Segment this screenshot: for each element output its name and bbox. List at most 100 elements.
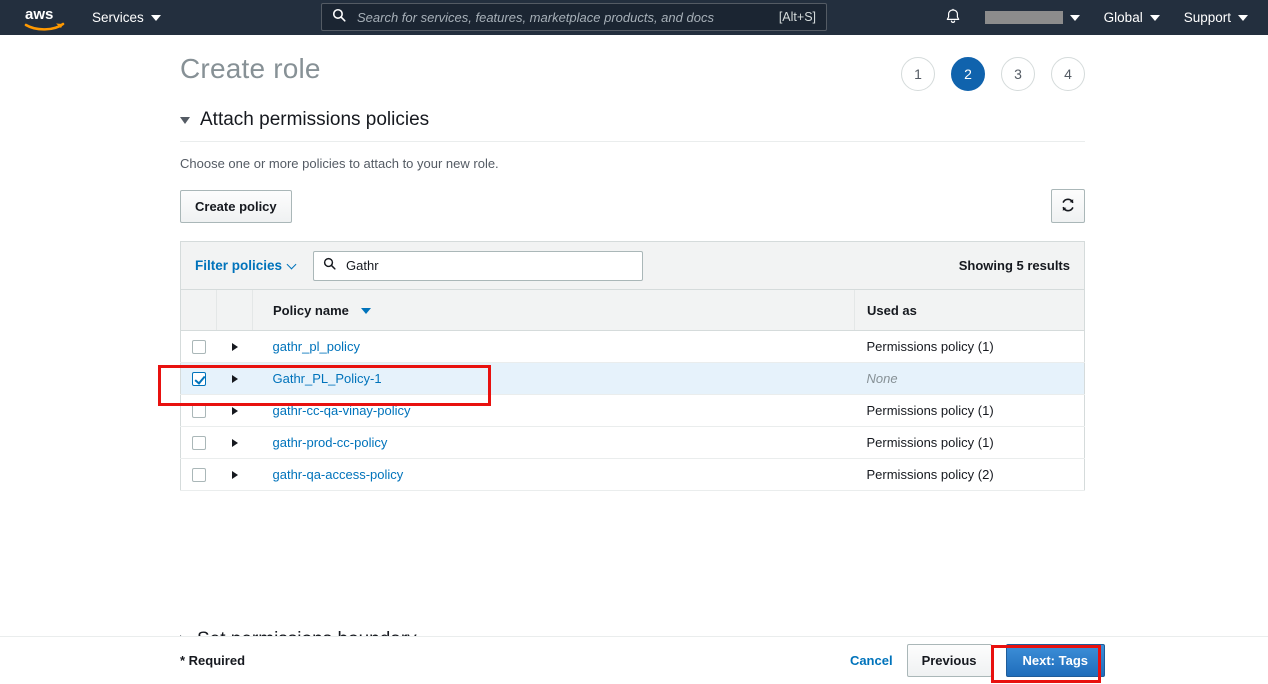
sort-descending-icon [361, 308, 371, 314]
permissions-description: Choose one or more policies to attach to… [180, 156, 1085, 171]
policy-name-link[interactable]: gathr-cc-qa-vinay-policy [273, 403, 411, 418]
support-menu-label: Support [1184, 10, 1231, 25]
column-header-policy-name-label: Policy name [273, 303, 349, 318]
section-divider [180, 141, 1085, 142]
footer-bar: * Required Cancel Previous Next: Tags [0, 636, 1268, 683]
search-shortcut-hint: [Alt+S] [779, 10, 816, 24]
row-checkbox-cell[interactable] [181, 395, 217, 427]
row-expand-cell[interactable] [217, 331, 253, 363]
table-header-row: Policy name Used as [181, 290, 1085, 331]
page-body: Create role 1 2 3 4 Attach permissions p… [0, 35, 1268, 683]
attach-permissions-heading: Attach permissions policies [200, 109, 429, 131]
global-search-box[interactable]: [Alt+S] [321, 3, 827, 31]
triangle-right-icon[interactable] [232, 343, 238, 351]
used-as-cell: None [855, 363, 1085, 395]
column-header-select [181, 290, 217, 331]
policy-name-cell: gathr-qa-access-policy [253, 459, 855, 491]
next-tags-button[interactable]: Next: Tags [1006, 644, 1106, 677]
triangle-right-icon[interactable] [232, 439, 238, 447]
wizard-step-3[interactable]: 3 [1001, 57, 1035, 91]
column-header-expand [217, 290, 253, 331]
row-expand-cell[interactable] [217, 459, 253, 491]
top-navigation-bar: aws Services [Alt+S] [0, 0, 1268, 35]
region-menu-label: Global [1104, 10, 1143, 25]
triangle-right-icon[interactable] [232, 407, 238, 415]
create-policy-button[interactable]: Create policy [180, 190, 292, 223]
used-as-value: Permissions policy (1) [867, 403, 994, 418]
table-row[interactable]: gathr-prod-cc-policy Permissions policy (… [181, 427, 1085, 459]
policy-search-input[interactable] [344, 257, 633, 274]
row-expand-cell[interactable] [217, 395, 253, 427]
wizard-step-1[interactable]: 1 [901, 57, 935, 91]
notification-bell-icon [945, 8, 961, 28]
column-header-used-as[interactable]: Used as [855, 290, 1085, 331]
checkbox-unchecked[interactable] [192, 340, 206, 354]
used-as-value: Permissions policy (1) [867, 435, 994, 450]
content-column: Create role 1 2 3 4 Attach permissions p… [180, 35, 1085, 662]
policy-name-link[interactable]: gathr-prod-cc-policy [273, 435, 388, 450]
column-header-policy-name[interactable]: Policy name [253, 290, 855, 331]
footer-inner: * Required Cancel Previous Next: Tags [180, 637, 1105, 684]
triangle-down-icon [180, 117, 190, 124]
triangle-right-icon[interactable] [232, 375, 238, 383]
wizard-step-3-number: 3 [1014, 66, 1022, 82]
checkbox-unchecked[interactable] [192, 468, 206, 482]
services-menu-label: Services [92, 10, 144, 25]
aws-logo-icon[interactable]: aws [22, 3, 68, 33]
checkbox-unchecked[interactable] [192, 404, 206, 418]
chevron-down-icon [1238, 15, 1248, 21]
notifications-button[interactable] [933, 0, 973, 35]
wizard-step-4-number: 4 [1064, 66, 1072, 82]
previous-button[interactable]: Previous [907, 644, 992, 677]
wizard-step-indicator: 1 2 3 4 [901, 57, 1085, 91]
chevron-down-icon [151, 15, 161, 21]
wizard-step-4[interactable]: 4 [1051, 57, 1085, 91]
policy-search-box[interactable] [313, 251, 643, 281]
table-row[interactable]: gathr-qa-access-policy Permissions policy… [181, 459, 1085, 491]
cancel-button[interactable]: Cancel [850, 653, 893, 668]
row-expand-cell[interactable] [217, 363, 253, 395]
filter-policies-label: Filter policies [195, 258, 282, 273]
used-as-value: Permissions policy (1) [867, 339, 994, 354]
required-note: * Required [180, 653, 245, 668]
refresh-button[interactable] [1051, 189, 1085, 223]
svg-text:aws: aws [25, 6, 53, 23]
row-checkbox-cell[interactable] [181, 427, 217, 459]
wizard-step-2[interactable]: 2 [951, 57, 985, 91]
global-search-input[interactable] [355, 9, 779, 26]
policy-name-link[interactable]: gathr-qa-access-policy [273, 467, 404, 482]
account-menu[interactable] [973, 0, 1092, 35]
account-name-redacted [985, 11, 1063, 24]
support-menu[interactable]: Support [1172, 0, 1260, 35]
used-as-cell: Permissions policy (1) [855, 427, 1085, 459]
refresh-icon [1060, 197, 1076, 216]
used-as-cell: Permissions policy (2) [855, 459, 1085, 491]
services-menu[interactable]: Services [92, 10, 161, 25]
table-row[interactable]: Gathr_PL_Policy-1 None [181, 363, 1085, 395]
chevron-down-icon [1070, 15, 1080, 21]
filter-bar: Filter policies Showing 5 results [180, 241, 1085, 289]
policy-name-link[interactable]: gathr_pl_policy [273, 339, 360, 354]
row-expand-cell[interactable] [217, 427, 253, 459]
used-as-cell: Permissions policy (1) [855, 331, 1085, 363]
row-checkbox-cell[interactable] [181, 331, 217, 363]
row-checkbox-cell[interactable] [181, 459, 217, 491]
filter-policies-dropdown[interactable]: Filter policies [195, 258, 295, 273]
attach-permissions-section-header[interactable]: Attach permissions policies [180, 109, 1085, 131]
wizard-step-1-number: 1 [914, 66, 922, 82]
checkbox-checked[interactable] [192, 372, 206, 386]
policy-table: Policy name Used as gathr_pl_policy Permi… [180, 289, 1085, 491]
triangle-right-icon[interactable] [232, 471, 238, 479]
row-checkbox-cell[interactable] [181, 363, 217, 395]
policy-table-header: Policy name Used as [181, 290, 1085, 331]
used-as-value: Permissions policy (2) [867, 467, 994, 482]
results-count: Showing 5 results [959, 258, 1070, 273]
table-row[interactable]: gathr_pl_policy Permissions policy (1) [181, 331, 1085, 363]
used-as-cell: Permissions policy (1) [855, 395, 1085, 427]
used-as-value: None [867, 371, 898, 386]
checkbox-unchecked[interactable] [192, 436, 206, 450]
table-row[interactable]: gathr-cc-qa-vinay-policy Permissions poli… [181, 395, 1085, 427]
region-menu[interactable]: Global [1092, 0, 1172, 35]
policy-name-link[interactable]: Gathr_PL_Policy-1 [273, 371, 382, 386]
search-icon [332, 8, 346, 27]
